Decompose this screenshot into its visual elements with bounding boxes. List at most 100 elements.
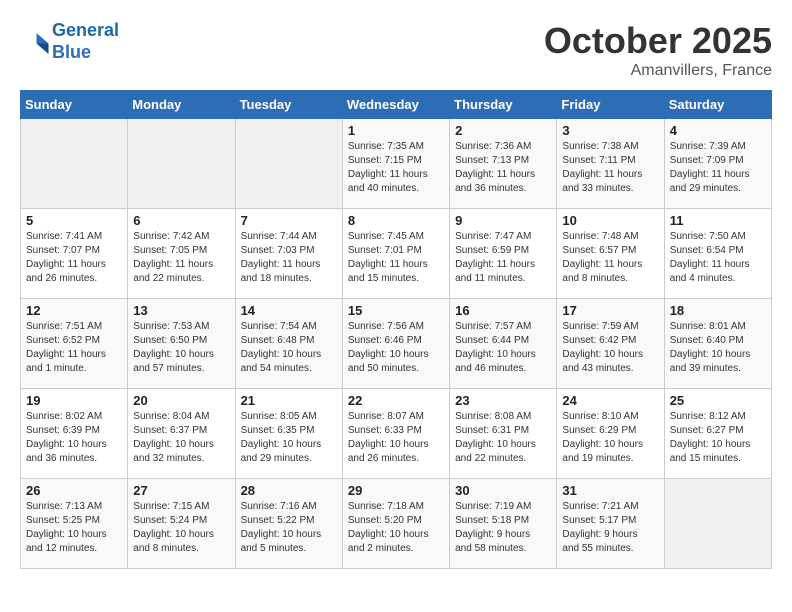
calendar-cell: 25 Sunrise: 8:12 AM Sunset: 6:27 PM Dayli…: [664, 389, 771, 479]
day-info: Sunrise: 7:57 AM Sunset: 6:44 PM Dayligh…: [455, 320, 551, 376]
week-row-2: 5 Sunrise: 7:41 AM Sunset: 7:07 PM Daylig…: [21, 209, 772, 299]
calendar-cell: 4 Sunrise: 7:39 AM Sunset: 7:09 PM Daylig…: [664, 119, 771, 209]
calendar-cell: 7 Sunrise: 7:44 AM Sunset: 7:03 PM Daylig…: [235, 209, 342, 299]
day-info: Sunrise: 7:42 AM Sunset: 7:05 PM Dayligh…: [133, 230, 229, 286]
calendar-cell: [128, 119, 235, 209]
day-info: Sunrise: 8:08 AM Sunset: 6:31 PM Dayligh…: [455, 410, 551, 466]
day-number: 5: [26, 213, 122, 228]
calendar-cell: 5 Sunrise: 7:41 AM Sunset: 7:07 PM Daylig…: [21, 209, 128, 299]
calendar-cell: [664, 479, 771, 569]
calendar-cell: 21 Sunrise: 8:05 AM Sunset: 6:35 PM Dayli…: [235, 389, 342, 479]
day-number: 8: [348, 213, 444, 228]
weekday-header-monday: Monday: [128, 91, 235, 119]
day-number: 25: [670, 393, 766, 408]
day-info: Sunrise: 8:01 AM Sunset: 6:40 PM Dayligh…: [670, 320, 766, 376]
calendar-cell: 22 Sunrise: 8:07 AM Sunset: 6:33 PM Dayli…: [342, 389, 449, 479]
day-info: Sunrise: 7:56 AM Sunset: 6:46 PM Dayligh…: [348, 320, 444, 376]
day-number: 26: [26, 483, 122, 498]
calendar-cell: 28 Sunrise: 7:16 AM Sunset: 5:22 PM Dayli…: [235, 479, 342, 569]
week-row-5: 26 Sunrise: 7:13 AM Sunset: 5:25 PM Dayli…: [21, 479, 772, 569]
weekday-header-thursday: Thursday: [450, 91, 557, 119]
calendar-table: SundayMondayTuesdayWednesdayThursdayFrid…: [20, 90, 772, 569]
day-number: 11: [670, 213, 766, 228]
calendar-cell: 17 Sunrise: 7:59 AM Sunset: 6:42 PM Dayli…: [557, 299, 664, 389]
calendar-cell: 27Sunrise: 7:15 AM Sunset: 5:24 PM Dayli…: [128, 479, 235, 569]
day-number: 16: [455, 303, 551, 318]
day-info: Sunrise: 7:41 AM Sunset: 7:07 PM Dayligh…: [26, 230, 122, 286]
page-header: General Blue October 2025 Amanvillers, F…: [20, 20, 772, 80]
weekday-header-saturday: Saturday: [664, 91, 771, 119]
calendar-cell: 13Sunrise: 7:53 AM Sunset: 6:50 PM Dayli…: [128, 299, 235, 389]
day-number: 23: [455, 393, 551, 408]
day-info: Sunrise: 8:12 AM Sunset: 6:27 PM Dayligh…: [670, 410, 766, 466]
day-number: 28: [241, 483, 337, 498]
day-number: 21: [241, 393, 337, 408]
logo-text: General Blue: [52, 20, 119, 63]
calendar-cell: 18Sunrise: 8:01 AM Sunset: 6:40 PM Dayli…: [664, 299, 771, 389]
calendar-cell: 16 Sunrise: 7:57 AM Sunset: 6:44 PM Dayli…: [450, 299, 557, 389]
logo-icon: [20, 27, 50, 57]
calendar-cell: 31 Sunrise: 7:21 AM Sunset: 5:17 PM Dayli…: [557, 479, 664, 569]
calendar-cell: 9Sunrise: 7:47 AM Sunset: 6:59 PM Daylig…: [450, 209, 557, 299]
day-info: Sunrise: 7:44 AM Sunset: 7:03 PM Dayligh…: [241, 230, 337, 286]
calendar-cell: 26 Sunrise: 7:13 AM Sunset: 5:25 PM Dayli…: [21, 479, 128, 569]
calendar-cell: 1 Sunrise: 7:35 AM Sunset: 7:15 PM Daylig…: [342, 119, 449, 209]
calendar-cell: 14 Sunrise: 7:54 AM Sunset: 6:48 PM Dayli…: [235, 299, 342, 389]
calendar-cell: 3 Sunrise: 7:38 AM Sunset: 7:11 PM Daylig…: [557, 119, 664, 209]
day-number: 6: [133, 213, 229, 228]
week-row-4: 19Sunrise: 8:02 AM Sunset: 6:39 PM Dayli…: [21, 389, 772, 479]
day-info: Sunrise: 7:35 AM Sunset: 7:15 PM Dayligh…: [348, 140, 444, 196]
calendar-cell: 23 Sunrise: 8:08 AM Sunset: 6:31 PM Dayli…: [450, 389, 557, 479]
day-info: Sunrise: 7:18 AM Sunset: 5:20 PM Dayligh…: [348, 500, 444, 556]
day-info: Sunrise: 8:02 AM Sunset: 6:39 PM Dayligh…: [26, 410, 122, 466]
calendar-cell: 10Sunrise: 7:48 AM Sunset: 6:57 PM Dayli…: [557, 209, 664, 299]
calendar-cell: 30 Sunrise: 7:19 AM Sunset: 5:18 PM Dayli…: [450, 479, 557, 569]
day-info: Sunrise: 7:38 AM Sunset: 7:11 PM Dayligh…: [562, 140, 658, 196]
day-number: 1: [348, 123, 444, 138]
day-number: 3: [562, 123, 658, 138]
day-number: 30: [455, 483, 551, 498]
day-info: Sunrise: 7:59 AM Sunset: 6:42 PM Dayligh…: [562, 320, 658, 376]
day-number: 12: [26, 303, 122, 318]
calendar-cell: 15 Sunrise: 7:56 AM Sunset: 6:46 PM Dayli…: [342, 299, 449, 389]
calendar-cell: 29Sunrise: 7:18 AM Sunset: 5:20 PM Dayli…: [342, 479, 449, 569]
calendar-cell: 24 Sunrise: 8:10 AM Sunset: 6:29 PM Dayli…: [557, 389, 664, 479]
day-number: 2: [455, 123, 551, 138]
day-info: Sunrise: 7:16 AM Sunset: 5:22 PM Dayligh…: [241, 500, 337, 556]
day-info: Sunrise: 7:21 AM Sunset: 5:17 PM Dayligh…: [562, 500, 658, 556]
day-number: 20: [133, 393, 229, 408]
day-info: Sunrise: 7:19 AM Sunset: 5:18 PM Dayligh…: [455, 500, 551, 556]
weekday-header-tuesday: Tuesday: [235, 91, 342, 119]
day-info: Sunrise: 7:39 AM Sunset: 7:09 PM Dayligh…: [670, 140, 766, 196]
day-number: 31: [562, 483, 658, 498]
calendar-cell: [235, 119, 342, 209]
day-info: Sunrise: 8:07 AM Sunset: 6:33 PM Dayligh…: [348, 410, 444, 466]
calendar-cell: 11 Sunrise: 7:50 AM Sunset: 6:54 PM Dayli…: [664, 209, 771, 299]
day-number: 17: [562, 303, 658, 318]
day-info: Sunrise: 7:51 AM Sunset: 6:52 PM Dayligh…: [26, 320, 122, 376]
weekday-header-sunday: Sunday: [21, 91, 128, 119]
weekday-header-wednesday: Wednesday: [342, 91, 449, 119]
day-number: 4: [670, 123, 766, 138]
day-number: 22: [348, 393, 444, 408]
calendar-cell: [21, 119, 128, 209]
week-row-1: 1 Sunrise: 7:35 AM Sunset: 7:15 PM Daylig…: [21, 119, 772, 209]
day-info: Sunrise: 8:10 AM Sunset: 6:29 PM Dayligh…: [562, 410, 658, 466]
calendar-cell: 20 Sunrise: 8:04 AM Sunset: 6:37 PM Dayli…: [128, 389, 235, 479]
day-number: 24: [562, 393, 658, 408]
day-number: 10: [562, 213, 658, 228]
logo-line1: General: [52, 20, 119, 40]
day-info: Sunrise: 7:50 AM Sunset: 6:54 PM Dayligh…: [670, 230, 766, 286]
day-info: Sunrise: 7:13 AM Sunset: 5:25 PM Dayligh…: [26, 500, 122, 556]
calendar-cell: 2Sunrise: 7:36 AM Sunset: 7:13 PM Daylig…: [450, 119, 557, 209]
day-number: 9: [455, 213, 551, 228]
day-number: 15: [348, 303, 444, 318]
day-info: Sunrise: 8:04 AM Sunset: 6:37 PM Dayligh…: [133, 410, 229, 466]
day-number: 7: [241, 213, 337, 228]
day-info: Sunrise: 8:05 AM Sunset: 6:35 PM Dayligh…: [241, 410, 337, 466]
day-number: 13: [133, 303, 229, 318]
calendar-cell: 8Sunrise: 7:45 AM Sunset: 7:01 PM Daylig…: [342, 209, 449, 299]
logo-line2: Blue: [52, 42, 91, 62]
day-info: Sunrise: 7:54 AM Sunset: 6:48 PM Dayligh…: [241, 320, 337, 376]
day-number: 14: [241, 303, 337, 318]
